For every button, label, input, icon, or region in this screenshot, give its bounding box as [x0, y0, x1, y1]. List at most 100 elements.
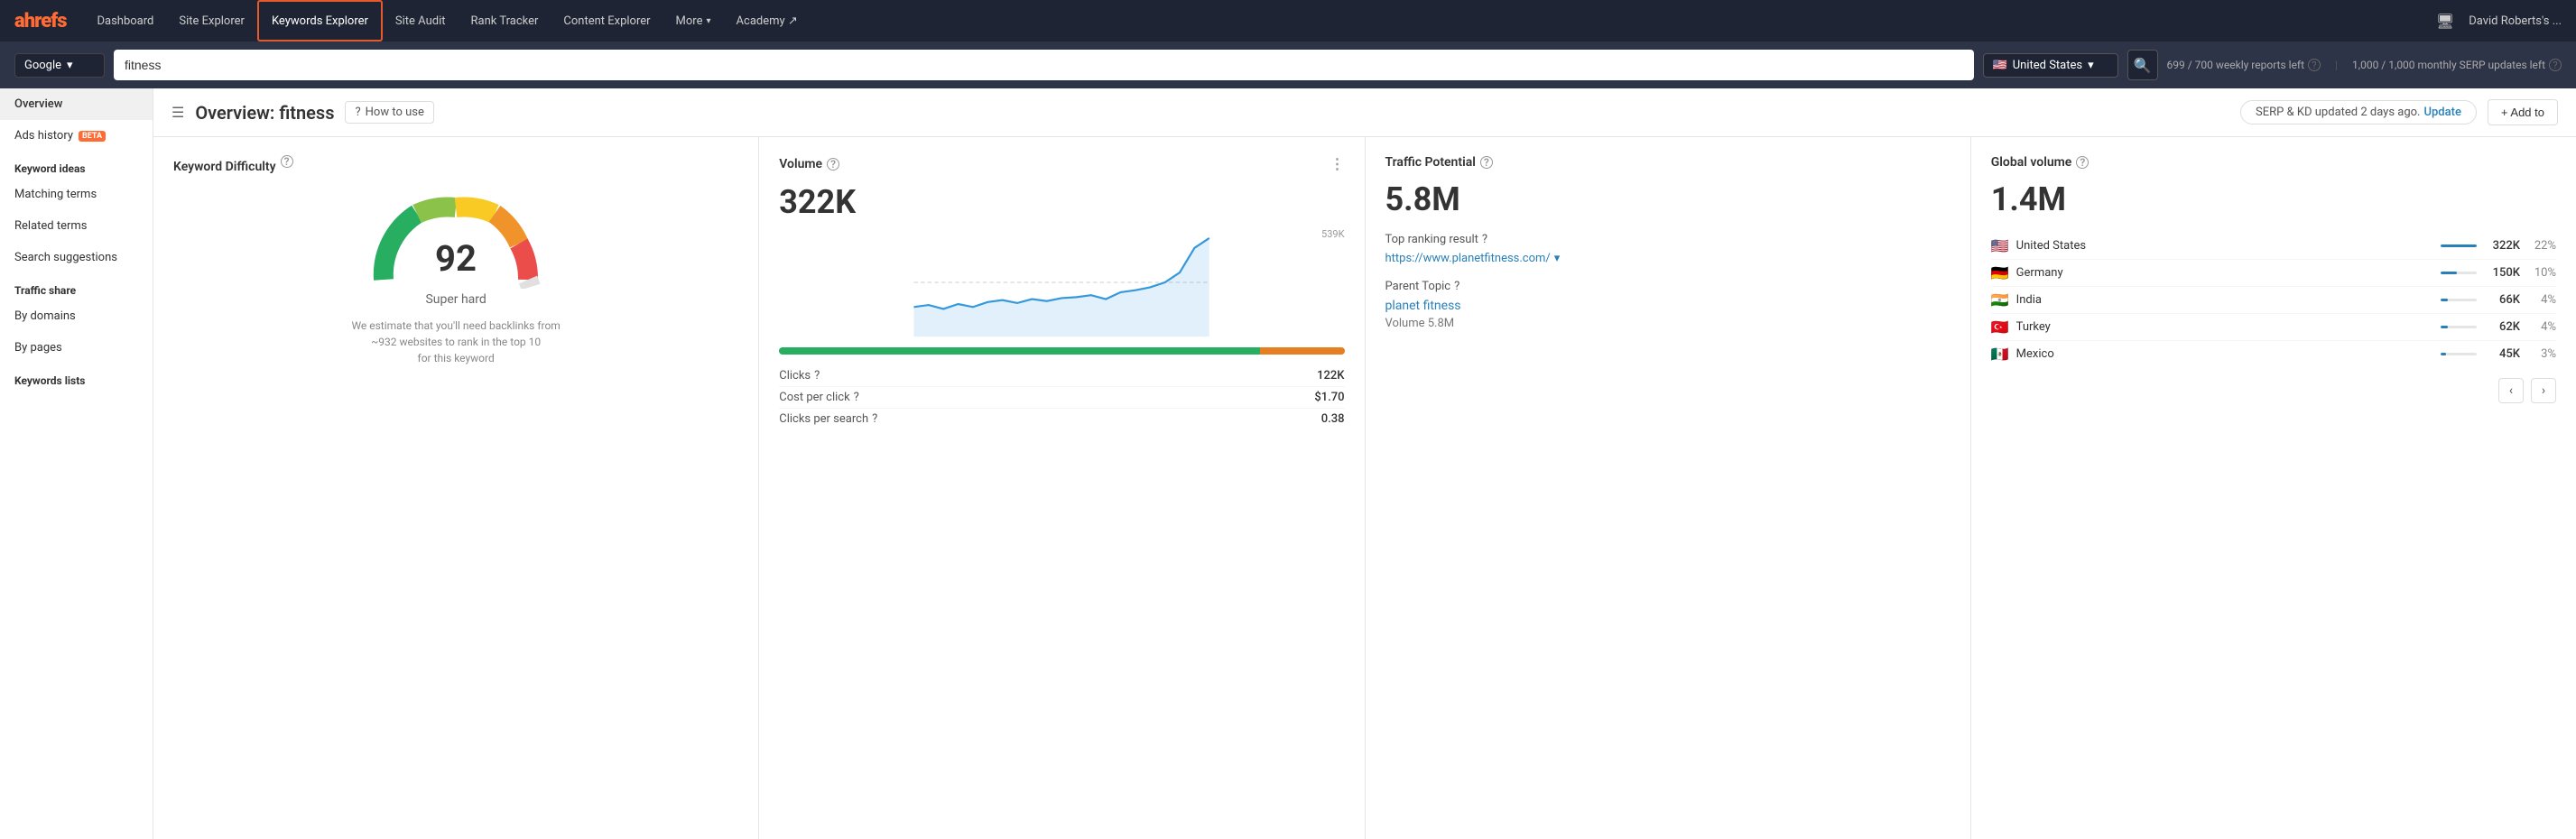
main-layout: Overview Ads history BETA Keyword ideas … [0, 88, 2576, 839]
paid-bar [1260, 347, 1345, 355]
sidebar-item-related-terms[interactable]: Related terms [0, 210, 153, 242]
global-volume-card: Global volume ? 1.4M 🇺🇸 United States 32… [1971, 137, 2576, 839]
global-volume-card-title: Global volume ? [1991, 155, 2556, 170]
traffic-card-title: Traffic Potential ? [1385, 155, 1951, 170]
traffic-help-icon[interactable]: ? [1480, 156, 1493, 169]
page-header: ☰ Overview: fitness ? How to use SERP & … [153, 88, 2576, 137]
country-item-tr: 🇹🇷 Turkey 62K 4% [1991, 314, 2556, 341]
kd-help-icon[interactable]: ? [281, 155, 293, 168]
hamburger-icon[interactable]: ☰ [171, 104, 184, 121]
flag-tr: 🇹🇷 [1991, 318, 2009, 336]
logo[interactable]: ahrefs [14, 10, 67, 32]
volume-chart-svg [779, 228, 1344, 337]
nav-site-audit[interactable]: Site Audit [383, 0, 459, 41]
metrics-grid: Keyword Difficulty ? [153, 137, 2576, 839]
country-item-mx: 🇲🇽 Mexico 45K 3% [1991, 341, 2556, 367]
parent-topic-link[interactable]: planet fitness [1385, 299, 1951, 313]
search-icon: 🔍 [2134, 57, 2152, 74]
global-volume-number: 1.4M [1991, 180, 2556, 218]
volume-chart: 539K [779, 228, 1344, 337]
top-ranking-help-icon[interactable]: ? [1482, 233, 1487, 246]
search-button[interactable]: 🔍 [2127, 50, 2158, 80]
country-arrow-icon: ▾ [2088, 59, 2094, 72]
volume-card-title: Volume ? ⋮ [779, 155, 1344, 172]
nav-academy[interactable]: Academy ↗ [724, 0, 811, 41]
flag-mx: 🇲🇽 [1991, 346, 2009, 363]
flag-in: 🇮🇳 [1991, 291, 2009, 309]
clicks-help-icon[interactable]: ? [814, 369, 820, 383]
metric-row-cpc: Cost per click ? $1.70 [779, 387, 1344, 409]
click-bar-container [779, 347, 1344, 355]
engine-arrow-icon: ▾ [67, 59, 73, 72]
monthly-help-icon[interactable]: ? [2549, 59, 2562, 71]
beta-badge: BETA [79, 131, 106, 142]
parent-topic-volume: Volume 5.8M [1385, 317, 1951, 330]
next-button[interactable]: › [2531, 378, 2556, 403]
weekly-help-icon[interactable]: ? [2308, 59, 2321, 71]
svg-text:92: 92 [435, 237, 477, 280]
metric-row-clicks: Clicks ? 122K [779, 365, 1344, 387]
pagination: ‹ › [1991, 378, 2556, 403]
sidebar-item-by-domains[interactable]: By domains [0, 300, 153, 332]
sidebar-section-keyword-ideas: Keyword ideas [0, 152, 153, 179]
more-arrow-icon: ▾ [707, 16, 711, 26]
country-select[interactable]: 🇺🇸 United States ▾ [1983, 53, 2118, 78]
question-icon: ? [355, 106, 360, 119]
update-link[interactable]: Update [2423, 106, 2460, 119]
nav-more[interactable]: More ▾ [663, 0, 724, 41]
sidebar: Overview Ads history BETA Keyword ideas … [0, 88, 153, 839]
volume-card: Volume ? ⋮ 322K 539K [759, 137, 1364, 839]
country-item-de: 🇩🇪 Germany 150K 10% [1991, 260, 2556, 287]
page-title: Overview: fitness [195, 102, 334, 124]
sidebar-item-overview[interactable]: Overview [0, 88, 153, 120]
kd-gauge: 92 Super hard [173, 189, 738, 307]
nav-items: Dashboard Site Explorer Keywords Explore… [85, 0, 2436, 41]
status-badge: SERP & KD updated 2 days ago. Update [2240, 100, 2477, 124]
sidebar-item-search-suggestions[interactable]: Search suggestions [0, 242, 153, 273]
traffic-card: Traffic Potential ? 5.8M Top ranking res… [1366, 137, 1970, 839]
how-to-use-button[interactable]: ? How to use [345, 101, 433, 124]
user-menu[interactable]: David Roberts's ... [2469, 14, 2562, 28]
top-nav: ahrefs Dashboard Site Explorer Keywords … [0, 0, 2576, 41]
sidebar-item-matching-terms[interactable]: Matching terms [0, 179, 153, 210]
top-ranking-url[interactable]: https://www.planetfitness.com/ ▾ [1385, 252, 1951, 265]
nav-dashboard[interactable]: Dashboard [85, 0, 167, 41]
kd-card-title: Keyword Difficulty ? [173, 155, 738, 179]
kd-card: Keyword Difficulty ? [153, 137, 758, 839]
kd-description: We estimate that you'll need backlinks f… [173, 318, 738, 366]
engine-select[interactable]: Google ▾ [14, 53, 105, 78]
sidebar-item-by-pages[interactable]: By pages [0, 332, 153, 364]
cps-help-icon[interactable]: ? [872, 412, 877, 426]
cpc-help-icon[interactable]: ? [854, 391, 859, 404]
nav-rank-tracker[interactable]: Rank Tracker [459, 0, 551, 41]
sidebar-section-traffic-share: Traffic share [0, 273, 153, 300]
parent-topic-help-icon[interactable]: ? [1454, 280, 1459, 293]
us-flag-icon: 🇺🇸 [1993, 59, 2007, 72]
nav-keywords-explorer[interactable]: Keywords Explorer [257, 0, 383, 41]
country-item-in: 🇮🇳 India 66K 4% [1991, 287, 2556, 314]
add-to-button[interactable]: + Add to [2488, 99, 2558, 125]
flag-de: 🇩🇪 [1991, 264, 2009, 281]
metric-row-cps: Clicks per search ? 0.38 [779, 409, 1344, 429]
top-ranking-label: Top ranking result ? [1385, 233, 1951, 246]
sidebar-item-ads-history[interactable]: Ads history BETA [0, 120, 153, 152]
nav-right: 🖥 David Roberts's ... [2436, 13, 2562, 30]
global-volume-help-icon[interactable]: ? [2076, 156, 2089, 169]
gauge-svg: 92 [366, 189, 546, 289]
volume-help-icon[interactable]: ? [827, 158, 839, 171]
flag-us: 🇺🇸 [1991, 237, 2009, 254]
nav-content-explorer[interactable]: Content Explorer [551, 0, 663, 41]
url-arrow-icon: ▾ [1554, 252, 1561, 265]
monitor-icon: 🖥 [2436, 13, 2454, 30]
search-input[interactable] [114, 50, 1974, 80]
volume-more-button[interactable]: ⋮ [1330, 155, 1345, 172]
chart-max-label: 539K [1321, 228, 1344, 240]
country-item-us: 🇺🇸 United States 322K 22% [1991, 233, 2556, 260]
volume-number: 322K [779, 183, 1344, 221]
country-list: 🇺🇸 United States 322K 22% 🇩🇪 Germany 150… [1991, 233, 2556, 367]
nav-site-explorer[interactable]: Site Explorer [166, 0, 257, 41]
sidebar-section-keywords-lists: Keywords lists [0, 364, 153, 391]
click-bar [779, 347, 1344, 355]
search-bar: Google ▾ 🇺🇸 United States ▾ 🔍 699 / 700 … [0, 41, 2576, 88]
prev-button[interactable]: ‹ [2498, 378, 2524, 403]
